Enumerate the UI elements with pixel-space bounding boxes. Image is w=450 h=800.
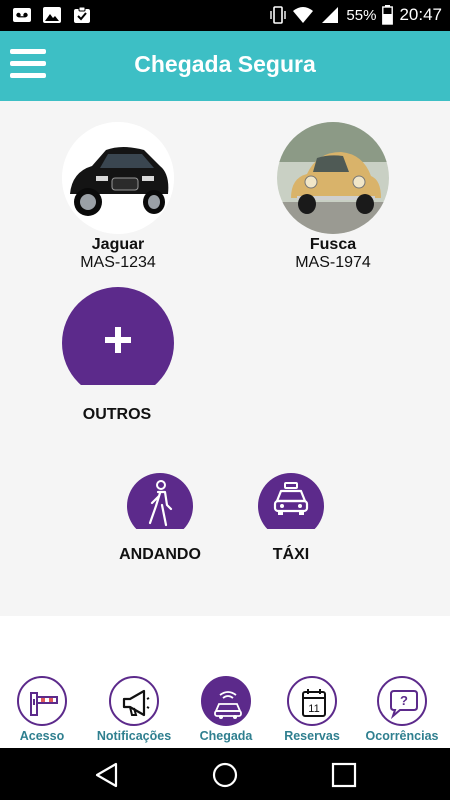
back-icon[interactable] — [92, 760, 122, 790]
nav-item-chegada[interactable]: Chegada — [181, 676, 271, 743]
app-bar: Chegada Segura — [0, 31, 450, 101]
nav-label: Ocorrências — [365, 729, 439, 743]
svg-text:?: ? — [400, 693, 408, 708]
home-icon[interactable] — [210, 760, 240, 790]
nav-label: Chegada — [199, 729, 253, 743]
nav-label: Notificações — [96, 729, 172, 743]
walking-mode-button[interactable] — [127, 473, 193, 529]
add-vehicle-button[interactable] — [62, 287, 174, 385]
system-navigation-bar — [0, 748, 450, 800]
add-other-label: OUTROS — [82, 406, 152, 423]
status-bar: 55% 20:47 — [0, 0, 450, 31]
car-signal-icon — [201, 676, 251, 726]
signal-icon — [322, 7, 339, 23]
taxi-icon — [273, 482, 309, 515]
clock: 20:47 — [399, 5, 442, 24]
megaphone-icon — [109, 676, 159, 726]
walking-person-icon — [148, 480, 173, 527]
vehicle-plate: MAS-1234 — [80, 254, 156, 271]
walking-mode-label: ANDANDO — [119, 546, 201, 563]
calendar-icon: 11 — [287, 676, 337, 726]
recent-apps-icon[interactable] — [329, 760, 359, 790]
taxi-mode-button[interactable] — [258, 473, 324, 529]
gate-barrier-icon — [17, 676, 67, 726]
battery-icon — [382, 5, 394, 25]
vehicle-name: Jaguar — [91, 236, 145, 253]
voicemail-icon — [13, 8, 31, 22]
nav-label: Acesso — [19, 729, 65, 743]
bottom-navigation: Acesso Notificações Chegada 11 Reservas … — [0, 672, 450, 748]
nav-label: Reservas — [284, 729, 340, 743]
vehicle-plate: MAS-1974 — [295, 254, 371, 271]
nav-item-acesso[interactable]: Acesso — [0, 676, 87, 743]
clipboard-check-icon — [74, 6, 90, 23]
fusca-car-photo — [277, 122, 389, 234]
nav-item-notificacoes[interactable]: Notificações — [89, 676, 179, 743]
jaguar-car-photo — [62, 122, 174, 234]
page-title: Chegada Segura — [134, 51, 316, 77]
vehicle-card-fusca[interactable]: Fusca MAS-1974 — [258, 122, 408, 272]
taxi-mode-label: TÁXI — [272, 546, 310, 563]
question-bubble-icon: ? — [377, 676, 427, 726]
wifi-icon — [293, 7, 314, 23]
image-icon — [43, 7, 61, 23]
vibrate-icon — [270, 6, 287, 24]
main-content: Jaguar MAS-1234 Fusca MAS-1974 OUTROS AN… — [0, 101, 450, 616]
nav-item-ocorrencias[interactable]: ? Ocorrências — [357, 676, 447, 743]
battery-percentage: 55% — [346, 6, 377, 24]
vehicle-card-jaguar[interactable]: Jaguar MAS-1234 — [43, 122, 193, 272]
nav-item-reservas[interactable]: 11 Reservas — [267, 676, 357, 743]
calendar-day: 11 — [308, 703, 319, 715]
vehicle-name: Fusca — [309, 236, 357, 253]
